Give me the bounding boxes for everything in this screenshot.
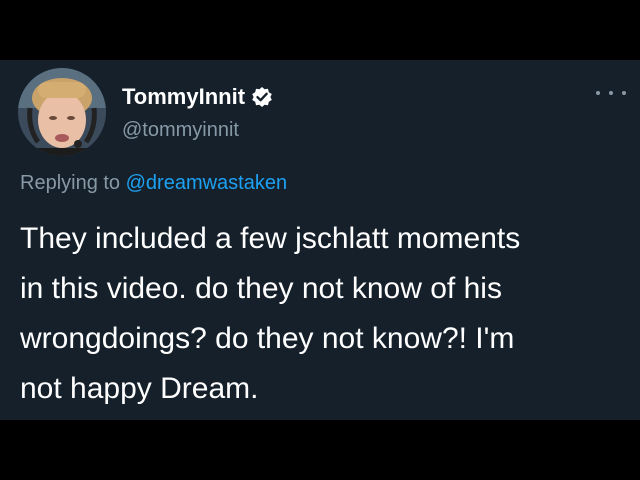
verified-badge-icon <box>251 86 273 108</box>
author-display-name[interactable]: TommyInnit <box>122 84 245 110</box>
more-dot <box>596 91 600 95</box>
more-options-icon[interactable] <box>596 86 626 100</box>
replying-to-label: Replying to <box>20 172 126 194</box>
more-dot <box>609 91 613 95</box>
tweet-line: They included a few jschlatt moments <box>20 222 521 255</box>
tweet-line: not happy Dream. <box>20 372 259 405</box>
tweet-line: wrongdoings? do they not know?! I'm <box>20 322 515 355</box>
avatar-image <box>18 68 106 156</box>
replying-to: Replying to @dreamwastaken <box>20 170 287 196</box>
tweet-card[interactable]: TommyInnit @tommyinnit Replying to @drea… <box>0 60 640 420</box>
reply-mention-link[interactable]: @dreamwastaken <box>126 172 287 194</box>
tweet-line: in this video. do they not know of his <box>20 272 502 305</box>
tweet-text: They included a few jschlatt moments in … <box>20 214 630 414</box>
screenshot-frame: TommyInnit @tommyinnit Replying to @drea… <box>0 0 640 480</box>
avatar[interactable] <box>18 68 106 156</box>
author-name-row: TommyInnit <box>122 84 273 110</box>
author-handle[interactable]: @tommyinnit <box>122 118 239 142</box>
more-dot <box>622 91 626 95</box>
